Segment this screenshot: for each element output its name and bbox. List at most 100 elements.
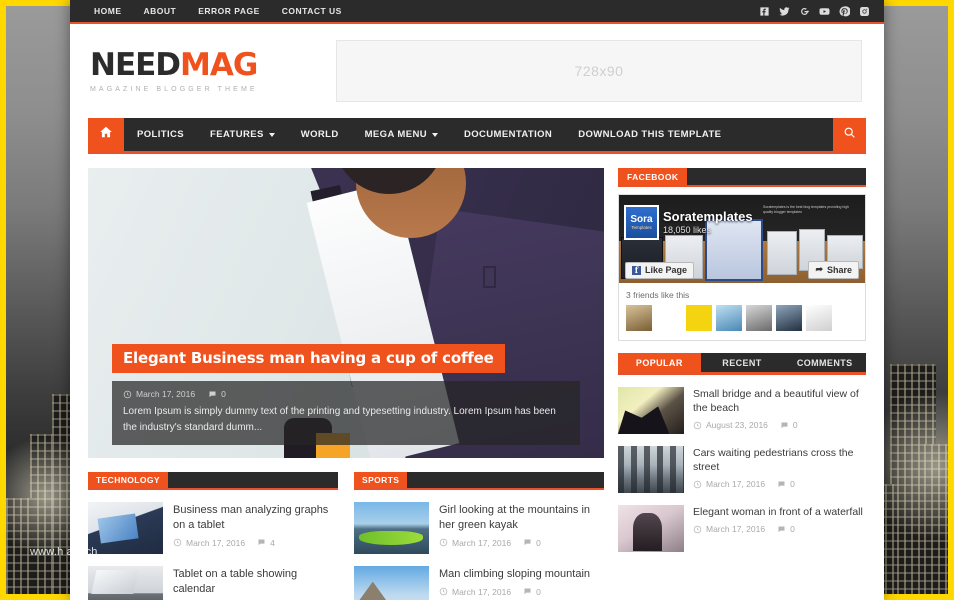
clock-icon xyxy=(173,538,182,547)
widget-facebook: FACEBOOK Sora Templates Soratemplates 18… xyxy=(618,168,866,341)
widget-post-tabs: POPULAR RECENT COMMENTS Small bridge and… xyxy=(618,353,866,552)
featured-post-comment-count: 0 xyxy=(221,389,226,399)
topnav-item-error-page[interactable]: ERROR PAGE xyxy=(187,0,271,22)
search-icon xyxy=(843,126,856,144)
nav-item-politics[interactable]: POLITICS xyxy=(124,118,197,151)
widget-title: FACEBOOK xyxy=(618,168,688,185)
nav-item-documentation[interactable]: DOCUMENTATION xyxy=(451,118,565,151)
post-body: Elegant woman in front of a waterfall Ma… xyxy=(693,505,863,552)
category-title[interactable]: SPORTS xyxy=(354,472,408,488)
post-meta: March 17, 2016 0 xyxy=(693,479,866,489)
logo-text-primary: NEED xyxy=(90,46,181,83)
avatar[interactable] xyxy=(686,305,712,331)
clock-icon xyxy=(693,421,702,430)
avatar[interactable] xyxy=(776,305,802,331)
background-building xyxy=(52,394,70,594)
post-body: Tablet on a table showing calendar March… xyxy=(173,566,338,600)
content-area: Elegant Business man having a cup of cof… xyxy=(70,154,884,600)
comment-icon xyxy=(523,587,532,596)
post-body: Business man analyzing graphs on a table… xyxy=(173,502,338,554)
clock-icon xyxy=(439,587,448,596)
post-title[interactable]: Man climbing sloping mountain xyxy=(439,567,590,582)
youtube-icon[interactable] xyxy=(819,6,830,17)
avatar[interactable] xyxy=(806,305,832,331)
post-title[interactable]: Tablet on a table showing calendar xyxy=(173,567,338,597)
facebook-friends-label: 3 friends like this xyxy=(626,290,690,300)
top-navigation: HOME ABOUT ERROR PAGE CONTACT US xyxy=(82,0,353,22)
post-date-wrap: March 17, 2016 xyxy=(439,538,511,548)
category-title[interactable]: TECHNOLOGY xyxy=(88,472,168,488)
post-date: March 17, 2016 xyxy=(706,524,766,535)
avatar[interactable] xyxy=(746,305,772,331)
featured-post-meta: March 17, 2016 0 xyxy=(123,389,569,399)
avatar[interactable] xyxy=(656,305,682,331)
featured-post-comments-wrap: 0 xyxy=(208,389,226,399)
facebook-like-page-button[interactable]: f Like Page xyxy=(625,262,695,279)
list-item[interactable]: Elegant woman in front of a waterfall Ma… xyxy=(618,493,866,552)
twitter-icon[interactable] xyxy=(779,6,790,17)
nav-item-world[interactable]: WORLD xyxy=(288,118,352,151)
top-bar: HOME ABOUT ERROR PAGE CONTACT US xyxy=(70,0,884,24)
list-item[interactable]: Small bridge and a beautiful view of the… xyxy=(618,375,866,434)
comment-icon xyxy=(208,390,217,399)
nav-item-label: DOWNLOAD THIS TEMPLATE xyxy=(578,129,722,140)
tab-comments[interactable]: COMMENTS xyxy=(783,353,866,372)
category-header: TECHNOLOGY xyxy=(88,472,338,490)
list-item[interactable]: Man climbing sloping mountain March 17, … xyxy=(354,554,604,600)
facebook-cover-blurb: Soratemplates is the best blog templates… xyxy=(763,205,849,215)
post-date: March 17, 2016 xyxy=(452,586,512,597)
post-title[interactable]: Cars waiting pedestrians cross the stree… xyxy=(693,446,866,474)
facebook-like-count: 18,050 likes xyxy=(663,225,712,235)
site-logo[interactable]: NEEDMAG MAGAZINE BLOGGER THEME xyxy=(88,46,318,93)
featured-post-title[interactable]: Elegant Business man having a cup of cof… xyxy=(112,343,505,373)
nav-item-mega-menu[interactable]: MEGA MENU xyxy=(352,118,451,151)
logo-text-accent: MAG xyxy=(180,46,258,83)
post-title[interactable]: Business man analyzing graphs on a table… xyxy=(173,503,338,533)
post-title[interactable]: Small bridge and a beautiful view of the… xyxy=(693,387,866,415)
chevron-down-icon xyxy=(268,132,275,137)
nav-item-label: DOCUMENTATION xyxy=(463,129,553,140)
share-arrow-icon: ➦ xyxy=(815,264,823,274)
avatar[interactable] xyxy=(716,305,742,331)
pinterest-icon[interactable] xyxy=(839,5,850,17)
post-meta: March 17, 2016 0 xyxy=(693,524,863,534)
topnav-item-contact-us[interactable]: CONTACT US xyxy=(271,0,353,22)
post-title[interactable]: Elegant woman in front of a waterfall xyxy=(693,505,863,519)
nav-search-button[interactable] xyxy=(833,118,866,151)
background-building xyxy=(924,444,948,594)
post-meta: March 17, 2016 0 xyxy=(439,538,604,548)
post-comments-wrap: 0 xyxy=(777,479,795,489)
nav-item-features[interactable]: FEATURES xyxy=(197,118,288,151)
facebook-share-button[interactable]: ➦ Share xyxy=(808,261,859,279)
nav-item-label: POLITICS xyxy=(137,129,185,140)
post-title[interactable]: Girl looking at the mountains in her gre… xyxy=(439,503,604,533)
topnav-item-about[interactable]: ABOUT xyxy=(133,0,188,22)
post-comments-wrap: 0 xyxy=(777,524,795,534)
nav-item-label: MEGA MENU xyxy=(364,129,427,140)
home-icon xyxy=(99,125,113,144)
nav-item-download-this-template[interactable]: DOWNLOAD THIS TEMPLATE xyxy=(565,118,734,151)
list-item[interactable]: Tablet on a table showing calendar March… xyxy=(88,554,338,600)
instagram-icon[interactable] xyxy=(859,6,870,17)
tab-recent[interactable]: RECENT xyxy=(701,353,784,372)
post-thumbnail xyxy=(88,502,163,554)
clock-icon xyxy=(693,480,702,489)
post-comment-count: 0 xyxy=(790,524,795,535)
list-item[interactable]: Cars waiting pedestrians cross the stree… xyxy=(618,434,866,493)
google-plus-icon[interactable] xyxy=(799,6,810,17)
category-header: SPORTS xyxy=(354,472,604,490)
facebook-like-page-label: Like Page xyxy=(645,265,688,275)
list-item[interactable]: Girl looking at the mountains in her gre… xyxy=(354,490,604,554)
facebook-page-name[interactable]: Soratemplates xyxy=(663,209,753,224)
avatar[interactable] xyxy=(626,305,652,331)
topnav-item-home[interactable]: HOME xyxy=(82,0,133,22)
facebook-icon[interactable] xyxy=(759,6,770,17)
logo-tagline: MAGAZINE BLOGGER THEME xyxy=(90,85,258,93)
featured-post[interactable]: Elegant Business man having a cup of cof… xyxy=(88,168,604,458)
tab-popular[interactable]: POPULAR xyxy=(618,353,701,372)
category-block-technology: TECHNOLOGY Business man analyzing graphs… xyxy=(88,472,338,600)
header-ad-banner[interactable]: 728x90 xyxy=(336,40,862,102)
list-item[interactable]: Business man analyzing graphs on a table… xyxy=(88,490,338,554)
comment-icon xyxy=(257,538,266,547)
nav-home-button[interactable] xyxy=(88,118,124,151)
